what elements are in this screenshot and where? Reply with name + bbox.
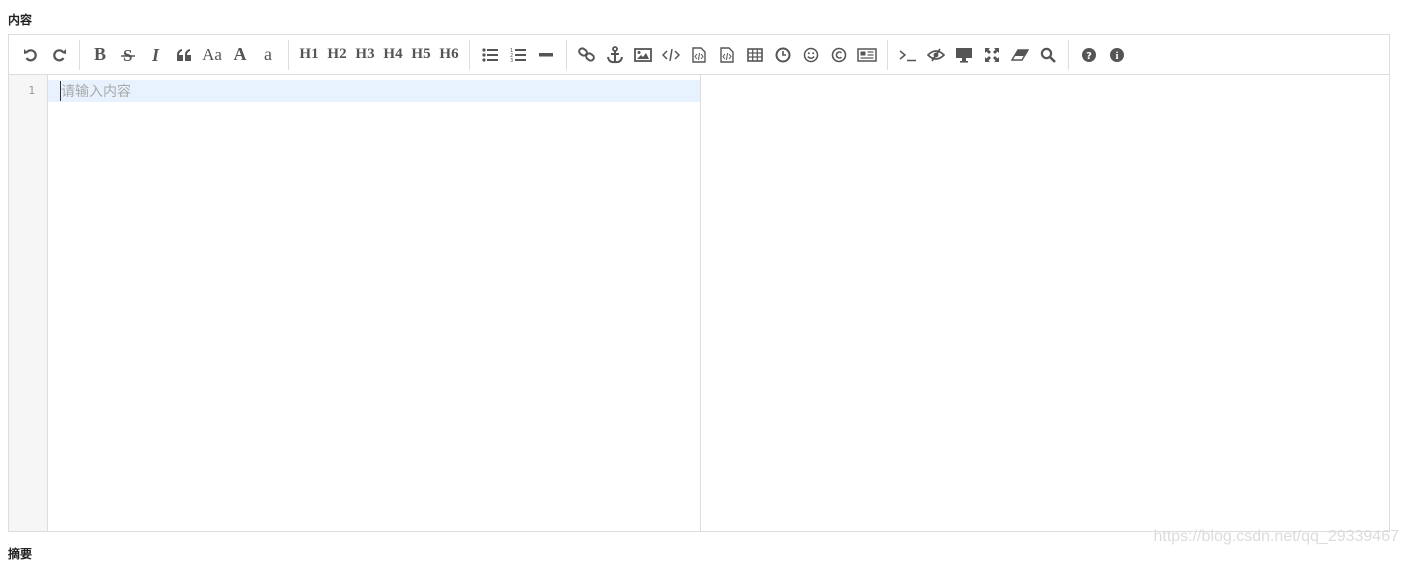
markdown-editor: B S I Aa A a H1 H2 H3 H4 H5 H6 123 ? i 1…: [8, 34, 1390, 532]
preformatted-code-icon[interactable]: [686, 40, 712, 70]
link-icon[interactable]: [574, 40, 600, 70]
preview-icon[interactable]: [951, 40, 977, 70]
fullscreen-icon[interactable]: [979, 40, 1005, 70]
line-number: 1: [28, 84, 35, 97]
italic-icon[interactable]: I: [143, 40, 169, 70]
h4-button[interactable]: H4: [380, 40, 406, 70]
list-ol-icon[interactable]: 123: [505, 40, 531, 70]
search-icon[interactable]: [1035, 40, 1061, 70]
svg-text:3: 3: [510, 58, 513, 63]
info-icon[interactable]: i: [1104, 40, 1130, 70]
redo-icon[interactable]: [46, 40, 72, 70]
h3-button[interactable]: H3: [352, 40, 378, 70]
editor-placeholder: 请输入内容: [61, 83, 131, 99]
toolbar-divider: [887, 39, 888, 70]
h1-button[interactable]: H1: [296, 40, 322, 70]
h6-button[interactable]: H6: [436, 40, 462, 70]
emoji-icon[interactable]: [798, 40, 824, 70]
undo-icon[interactable]: [18, 40, 44, 70]
clear-icon[interactable]: [1007, 40, 1033, 70]
strikethrough-icon[interactable]: S: [115, 40, 141, 70]
ucwords-button[interactable]: Aa: [199, 40, 225, 70]
markdown-input-area[interactable]: 请输入内容: [48, 75, 701, 531]
toolbar-divider: [79, 39, 80, 70]
code-block-icon[interactable]: [714, 40, 740, 70]
quote-icon[interactable]: [171, 40, 197, 70]
html-entities-icon[interactable]: [826, 40, 852, 70]
svg-text:I: I: [151, 46, 160, 64]
active-line-highlight: [48, 80, 700, 102]
line-number-gutter: 1: [9, 75, 48, 531]
toolbar-divider: [288, 39, 289, 70]
pagebreak-icon[interactable]: [854, 40, 880, 70]
code-icon[interactable]: [658, 40, 684, 70]
uppercase-button[interactable]: A: [227, 40, 253, 70]
help-icon[interactable]: ?: [1076, 40, 1102, 70]
editor-toolbar: B S I Aa A a H1 H2 H3 H4 H5 H6 123 ? i: [9, 35, 1389, 75]
watermark: https://blog.csdn.net/qq_29339467: [1153, 528, 1399, 545]
list-ul-icon[interactable]: [477, 40, 503, 70]
svg-text:i: i: [1115, 50, 1118, 62]
lowercase-button[interactable]: a: [255, 40, 281, 70]
h5-button[interactable]: H5: [408, 40, 434, 70]
toolbar-divider: [469, 39, 470, 70]
markdown-preview-pane: [701, 75, 1389, 531]
bold-button[interactable]: B: [87, 40, 113, 70]
image-icon[interactable]: [630, 40, 656, 70]
h2-button[interactable]: H2: [324, 40, 350, 70]
svg-text:?: ?: [1086, 51, 1092, 62]
hr-icon[interactable]: [533, 40, 559, 70]
watch-icon[interactable]: [923, 40, 949, 70]
table-icon[interactable]: [742, 40, 768, 70]
anchor-icon[interactable]: [602, 40, 628, 70]
toolbar-divider: [566, 39, 567, 70]
content-field-label: 内容: [8, 13, 33, 27]
goto-line-icon[interactable]: [895, 40, 921, 70]
svg-text:S: S: [123, 46, 132, 64]
toolbar-divider: [1068, 39, 1069, 70]
datetime-icon[interactable]: [770, 40, 796, 70]
